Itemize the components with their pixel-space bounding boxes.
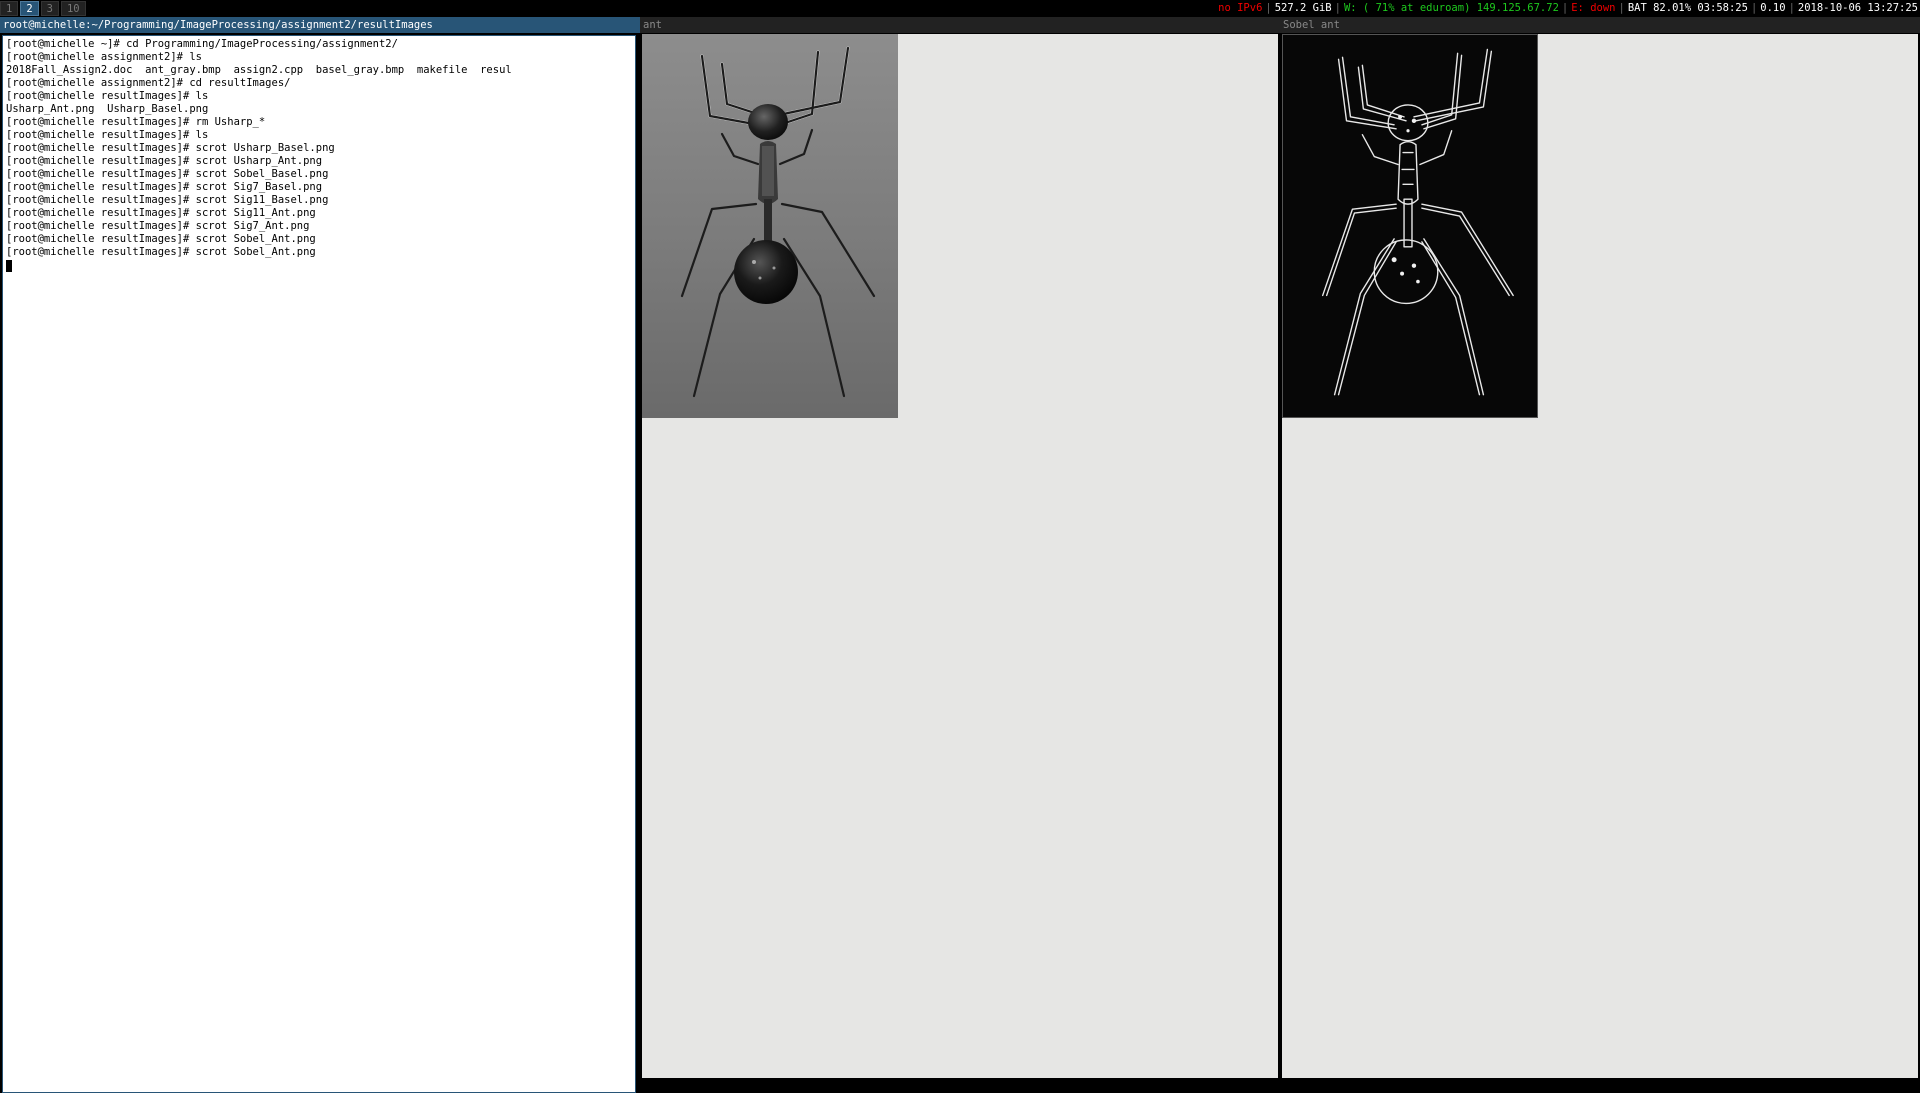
image-viewer-titlebar[interactable]: ant: [640, 17, 1280, 33]
status-separator: |: [1750, 2, 1758, 14]
terminal-line: [root@michelle resultImages]# ls: [6, 129, 209, 141]
clock: 2018-10-06 13:27:25: [1797, 2, 1918, 14]
terminal-line: [root@michelle resultImages]# scrot Usha…: [6, 155, 323, 167]
terminal-line: [root@michelle resultImages]# scrot Sobe…: [6, 233, 316, 245]
image-viewer-canvas[interactable]: [642, 34, 1278, 1078]
disk-status: 527.2 GiB: [1274, 2, 1332, 14]
terminal-line: Usharp_Ant.png Usharp_Basel.png: [6, 103, 209, 115]
terminal-line: [root@michelle resultImages]# scrot Sig1…: [6, 194, 329, 206]
terminal-cursor-line: [6, 259, 632, 272]
terminal-line: [root@michelle ~]# cd Programming/ImageP…: [6, 38, 398, 50]
terminal-line: [root@michelle resultImages]# scrot Sobe…: [6, 246, 316, 258]
workspace-button-1[interactable]: 1: [0, 1, 19, 16]
terminal-line: 2018Fall_Assign2.doc ant_gray.bmp assign…: [6, 64, 512, 76]
status-separator: |: [1618, 2, 1625, 14]
terminal-output[interactable]: [root@michelle ~]# cd Programming/ImageP…: [2, 35, 636, 1093]
terminal-line: [root@michelle resultImages]# scrot Sig1…: [6, 207, 316, 219]
text-cursor: [6, 260, 12, 272]
terminal-window[interactable]: root@michelle:~/Programming/ImageProcess…: [0, 17, 640, 1093]
image-viewer-titlebar[interactable]: Sobel ant: [1280, 17, 1920, 33]
terminal-line: [root@michelle assignment2]# cd resultIm…: [6, 77, 291, 89]
ipv6-status: no IPv6: [1218, 2, 1263, 14]
image-viewer-canvas[interactable]: [1282, 34, 1918, 1078]
terminal-line: [root@michelle resultImages]# scrot Sig7…: [6, 220, 310, 232]
image-viewer-window-ant[interactable]: ant: [640, 17, 1280, 1080]
terminal-line: [root@michelle resultImages]# scrot Sig7…: [6, 181, 323, 193]
image-viewer-window-sobel[interactable]: Sobel ant: [1280, 17, 1920, 1080]
status-separator: |: [1265, 2, 1272, 14]
workspace-list: 1 2 3 10: [0, 0, 88, 17]
terminal-titlebar[interactable]: root@michelle:~/Programming/ImageProcess…: [0, 17, 640, 33]
terminal-line: [root@michelle resultImages]# scrot Sobe…: [6, 168, 329, 180]
status-separator: |: [1334, 2, 1341, 14]
battery-status: BAT 82.01% 03:58:25: [1627, 2, 1748, 14]
workspace-button-2[interactable]: 2: [20, 1, 39, 16]
load-status: 0.10: [1760, 2, 1786, 14]
workspace-button-10[interactable]: 10: [60, 1, 86, 16]
status-area: no IPv6 | 527.2 GiB | W: ( 71% at eduroa…: [1216, 0, 1920, 17]
wireless-status: W: ( 71% at eduroam) 149.125.67.72: [1343, 2, 1559, 14]
ethernet-status: E: down: [1571, 2, 1616, 14]
status-bar: 1 2 3 10 no IPv6 | 527.2 GiB | W: ( 71% at …: [0, 0, 1920, 17]
status-separator: |: [1561, 2, 1569, 14]
workspace-button-3[interactable]: 3: [40, 1, 59, 16]
terminal-line: [root@michelle assignment2]# ls: [6, 51, 202, 63]
terminal-line: [root@michelle resultImages]# rm Usharp_…: [6, 116, 266, 128]
terminal-line: [root@michelle resultImages]# ls: [6, 90, 209, 102]
status-separator: |: [1788, 2, 1795, 14]
ant-photo-image: [642, 34, 898, 418]
terminal-line: [root@michelle resultImages]# scrot Usha…: [6, 142, 335, 154]
terminal-lines: [root@michelle ~]# cd Programming/ImageP…: [6, 38, 632, 259]
ant-sobel-image: [1282, 34, 1538, 418]
